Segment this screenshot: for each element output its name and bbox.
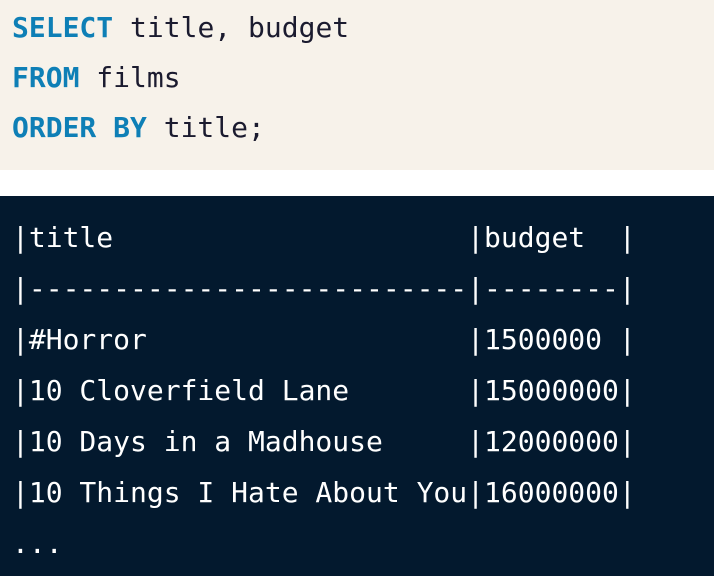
sql-keyword: FROM xyxy=(12,61,80,94)
sql-keyword: ORDER BY xyxy=(12,111,147,144)
result-separator-row: |--------------------------|--------| xyxy=(12,272,636,305)
result-header-row: |title |budget | xyxy=(12,221,636,254)
query-line-from: FROM films xyxy=(12,58,714,108)
sql-query-panel: SELECT title, budget FROM films ORDER BY… xyxy=(0,0,714,170)
result-row: |10 Cloverfield Lane |15000000| xyxy=(12,374,636,407)
result-row: |#Horror |1500000 | xyxy=(12,323,636,356)
sql-clause: films xyxy=(79,61,181,94)
sql-clause: title, budget xyxy=(113,11,350,44)
result-row: |10 Days in a Madhouse |12000000| xyxy=(12,425,636,458)
page: SELECT title, budget FROM films ORDER BY… xyxy=(0,0,714,576)
sql-keyword: SELECT xyxy=(12,11,114,44)
query-line-order-by: ORDER BY title; xyxy=(12,108,714,158)
query-line-select: SELECT title, budget xyxy=(12,8,714,58)
result-ellipsis: ... xyxy=(12,527,63,560)
result-row: |10 Things I Hate About You|16000000| xyxy=(12,476,636,509)
query-result-panel: |title |budget | |----------------------… xyxy=(0,196,714,576)
sql-clause: title; xyxy=(146,111,265,144)
